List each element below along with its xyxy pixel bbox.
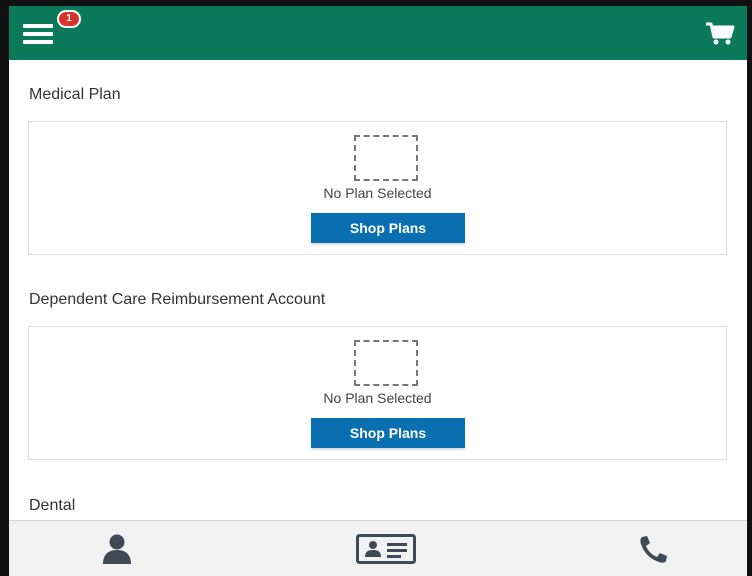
plan-status-text: No Plan Selected [323,185,432,201]
section-title-dependent-care: Dependent Care Reimbursement Account [29,291,326,308]
benefits-content: Medical Plan No Plan Selected Shop Plans… [9,60,747,520]
nav-profile-button[interactable] [98,534,136,569]
plan-card-dependent-care: No Plan Selected Shop Plans [28,326,727,460]
top-app-bar: 1 [9,6,747,60]
frame-edge-left [0,0,9,576]
phone-icon [640,536,667,563]
plan-placeholder-icon [354,340,418,386]
plan-placeholder-icon [354,135,418,181]
shop-plans-button-dependent-care[interactable]: Shop Plans [311,418,465,448]
plan-card-medical: No Plan Selected Shop Plans [28,121,727,255]
nav-id-card-button[interactable] [356,534,416,569]
section-title-dental: Dental [29,497,76,514]
app-screen: 1 Medical Plan No Plan Selected Shop Pla… [9,6,747,576]
section-title-medical-plan: Medical Plan [29,86,121,103]
menu-button[interactable] [23,22,53,46]
shop-plans-button-medical[interactable]: Shop Plans [311,213,465,243]
nav-phone-button[interactable] [635,534,673,569]
person-icon [103,534,131,564]
plan-status-text: No Plan Selected [323,390,432,406]
id-card-icon [356,534,416,564]
cart-button[interactable] [705,22,735,46]
device-frame: 1 Medical Plan No Plan Selected Shop Pla… [0,0,752,576]
shopping-cart-icon [706,22,735,45]
bottom-navigation [9,520,747,576]
frame-edge-right [747,0,752,576]
notification-badge: 1 [57,10,81,28]
